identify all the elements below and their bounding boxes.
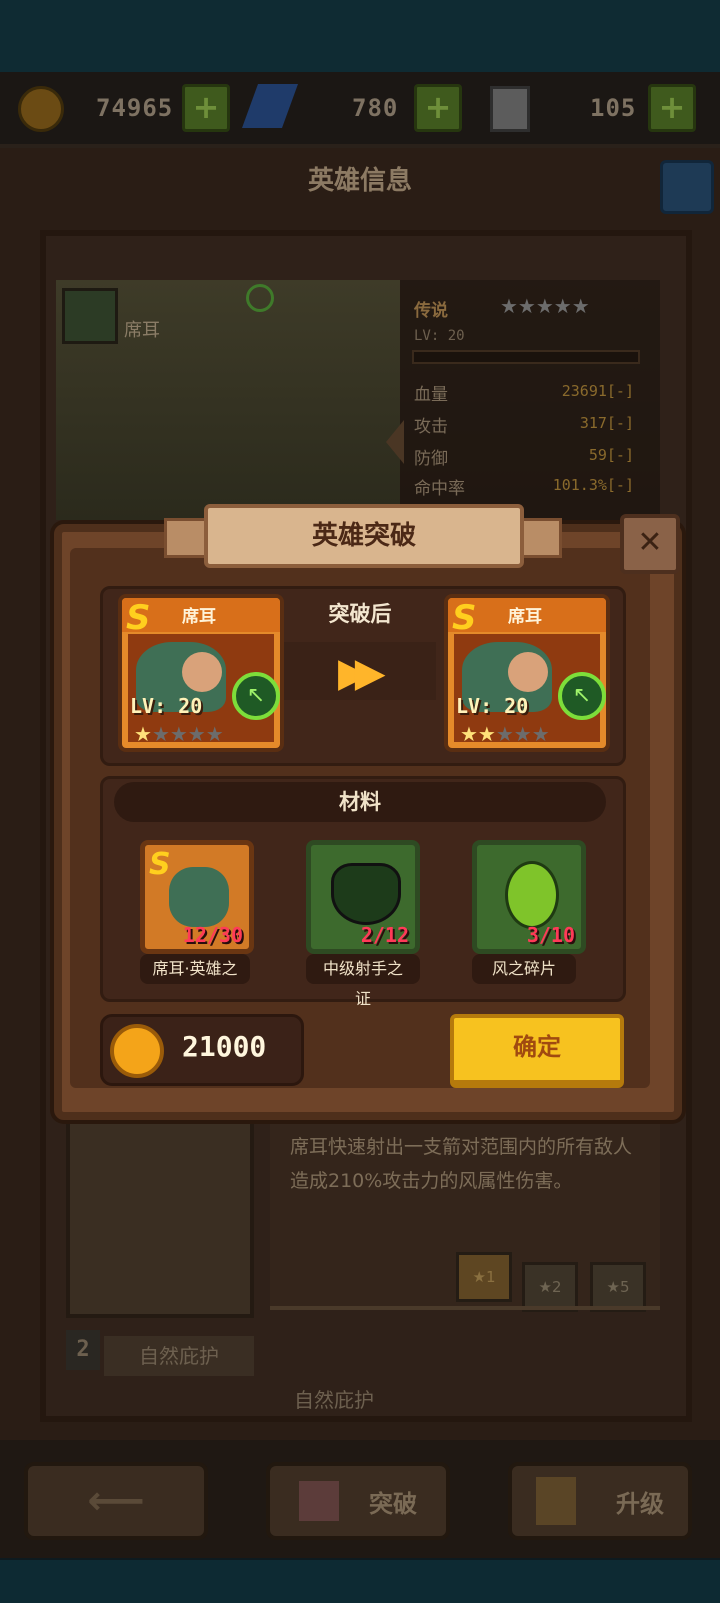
add-gold-button[interactable]: +	[182, 84, 230, 132]
materials-title: 材料	[114, 782, 606, 822]
info-button[interactable]	[660, 160, 714, 214]
card-after-level: LV: 20	[456, 694, 529, 718]
after-breakthrough-label: 突破后	[328, 602, 392, 626]
material-name-hero-shard: 席耳·英雄之	[140, 954, 250, 984]
hero-name: 席耳	[124, 320, 160, 341]
card-before-stars: ★★★★★	[134, 722, 224, 746]
skill2-tab[interactable]: 自然庇护	[104, 1336, 254, 1376]
skill2-name: 自然庇护	[294, 1388, 374, 1412]
divider	[270, 1306, 660, 1310]
upgrade-book-icon	[536, 1477, 576, 1525]
rank-s-icon: S	[452, 598, 477, 638]
stat-label-defense: 防御	[414, 449, 448, 469]
stat-label-attack: 攻击	[414, 417, 448, 437]
hero-card-before: S 席耳 ↖ LV: 20 ★★★★★	[118, 594, 284, 752]
energy-amount: 105	[590, 94, 637, 122]
gem-amount: 780	[352, 94, 399, 122]
wind-element-icon: ↖	[232, 672, 280, 720]
skill-description: 席耳快速射出一支箭对范围内的所有敌人造成210%攻击力的风属性伤害。	[290, 1136, 633, 1192]
gem-icon	[241, 84, 299, 128]
close-button[interactable]: ✕	[620, 514, 680, 574]
wind-shard-icon	[505, 861, 559, 929]
card-after-stars: ★★★★★	[460, 722, 550, 746]
skill-image	[66, 1120, 254, 1318]
page-title: 英雄信息	[307, 166, 412, 196]
wind-element-icon: ↖	[558, 672, 606, 720]
hero-card-after: S 席耳 ↖ LV: 20 ★★★★★	[444, 594, 610, 752]
system-status-bar	[0, 0, 720, 72]
stats-panel: 传说 ★★★★★ LV: 20 血量 23691[-] 攻击 317[-] 防御…	[400, 280, 660, 520]
card-before-level: LV: 20	[130, 694, 203, 718]
rank-s-icon: S	[126, 598, 151, 638]
resource-bar: 74965 + 780 + 105 +	[0, 72, 720, 148]
material-slot-hero-shard[interactable]: S 12/30	[140, 840, 254, 954]
gold-coin-icon	[18, 86, 64, 132]
material-slot-wind-shard[interactable]: 3/10	[472, 840, 586, 954]
card-before-name: 席耳	[182, 607, 216, 627]
dialog-title: 英雄突破	[204, 504, 524, 568]
level-label: LV: 20	[414, 328, 465, 344]
add-energy-button[interactable]: +	[648, 84, 696, 132]
stat-value-hp: 23691[-]	[561, 382, 634, 400]
wind-element-icon	[246, 284, 274, 312]
rank-s-icon: S	[149, 847, 171, 882]
rarity-stars: ★★★★★	[500, 294, 590, 318]
system-nav-bar	[0, 1560, 720, 1603]
material-count-archer-crest: 2/12	[360, 923, 409, 947]
exp-bar	[412, 350, 640, 364]
skill2-level: 2	[66, 1330, 100, 1370]
material-name-wind-shard: 风之碎片	[472, 954, 576, 984]
breakthrough-icon	[299, 1481, 339, 1521]
material-slot-archer-crest[interactable]: 2/12	[306, 840, 420, 954]
stat-value-accuracy: 101.3%[-]	[552, 476, 634, 494]
close-icon: ✕	[637, 525, 663, 560]
energy-icon	[490, 86, 530, 132]
gold-amount: 74965	[96, 94, 174, 122]
rarity-label: 传说	[414, 301, 448, 321]
material-count-hero-shard: 12/30	[182, 923, 243, 947]
back-button[interactable]: ⟵	[24, 1462, 208, 1540]
upgrade-nav-label: 升级	[616, 1489, 664, 1518]
breakthrough-nav-label: 突破	[369, 1489, 417, 1518]
stat-value-defense: 59[-]	[588, 446, 634, 464]
upgrade-nav-button[interactable]: 升级	[508, 1462, 692, 1540]
back-arrow-icon: ⟵	[87, 1478, 145, 1524]
stat-label-accuracy: 命中率	[414, 479, 465, 499]
collapse-arrow-icon[interactable]	[386, 420, 404, 464]
material-name-archer-crest: 中级射手之证	[306, 954, 420, 1008]
cost-amount: 21000	[182, 1030, 267, 1063]
confirm-button[interactable]: 确定	[450, 1014, 624, 1088]
archer-crest-icon	[331, 863, 401, 925]
gold-coin-icon	[110, 1024, 164, 1078]
add-gems-button[interactable]: +	[414, 84, 462, 132]
hero-shard-icon	[169, 867, 229, 927]
skill-star-badge-2[interactable]: ★2	[522, 1262, 578, 1312]
skill-star-badge-5[interactable]: ★5	[590, 1262, 646, 1312]
stat-label-hp: 血量	[414, 385, 448, 405]
hero-avatar	[62, 288, 118, 344]
forward-arrow-icon: ▶▶	[338, 650, 385, 696]
skill-star-badge-1[interactable]: ★1	[456, 1252, 512, 1302]
stat-value-attack: 317[-]	[579, 414, 634, 432]
material-count-wind-shard: 3/10	[526, 923, 575, 947]
breakthrough-nav-button[interactable]: 突破	[266, 1462, 450, 1540]
card-after-name: 席耳	[508, 607, 542, 627]
